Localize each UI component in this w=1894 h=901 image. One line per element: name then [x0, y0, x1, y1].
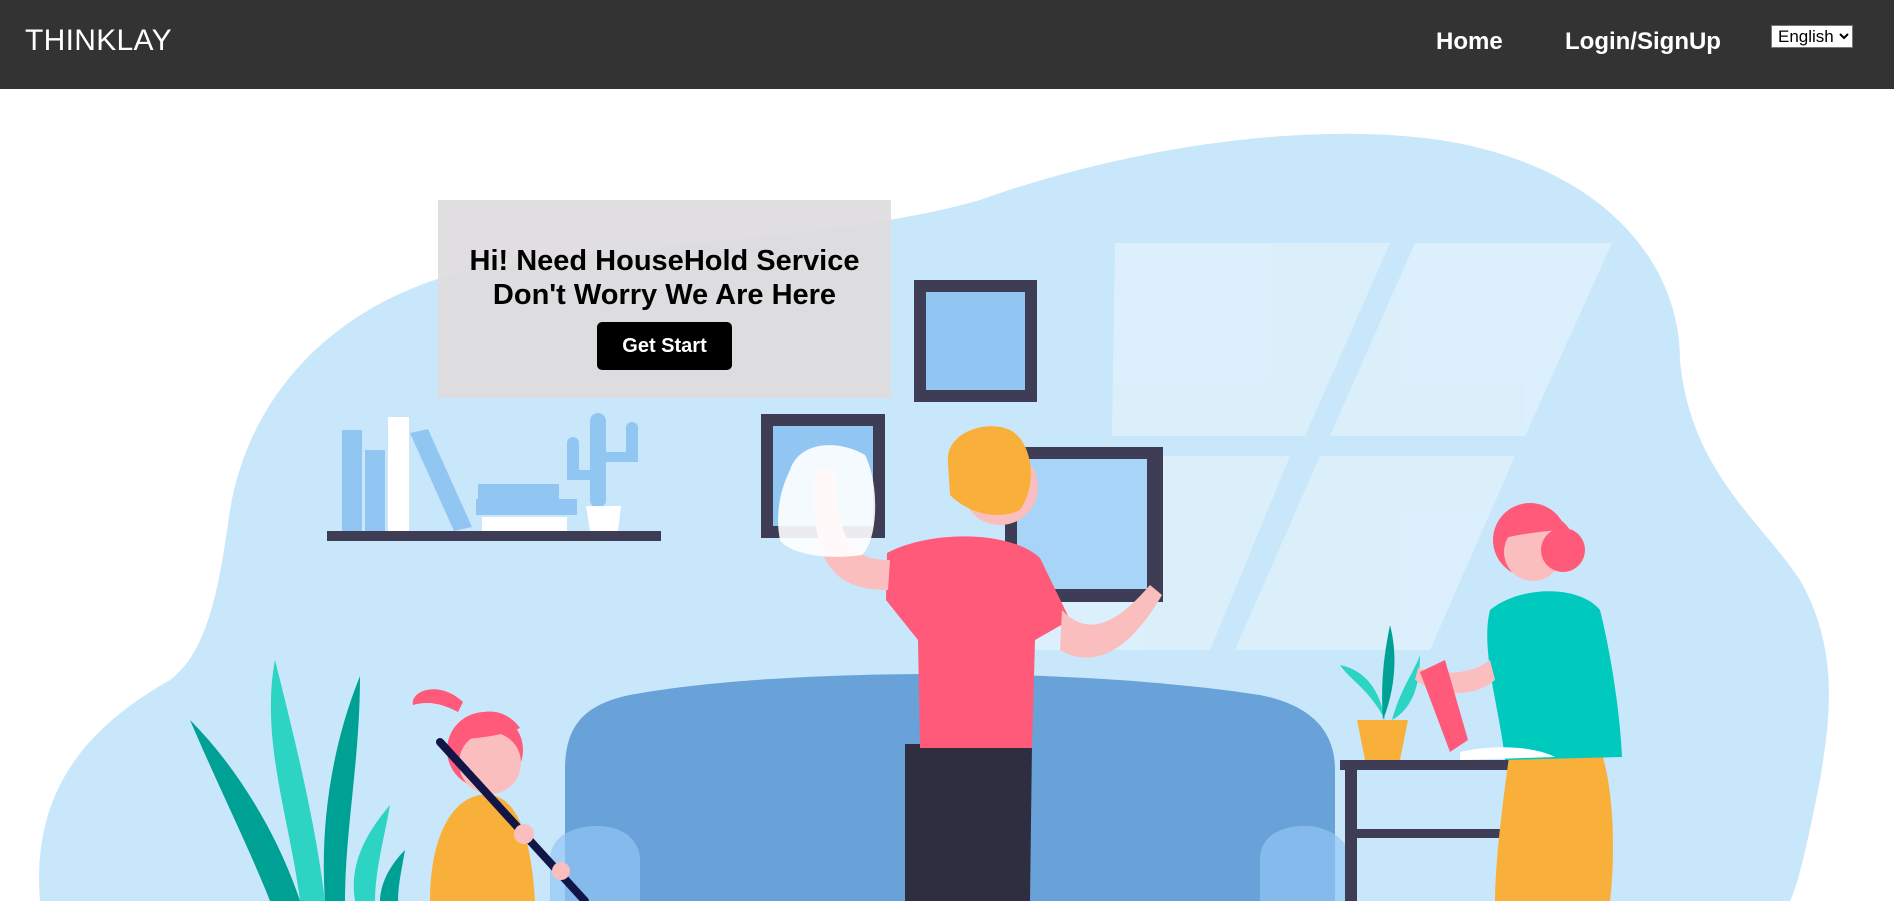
headline-line-2: Don't Worry We Are Here: [492, 279, 837, 311]
nav-home-link[interactable]: Home: [1436, 28, 1503, 56]
headline-line-1: Hi! Need HouseHold Service: [469, 245, 860, 277]
household-cleaning-illustration: [39, 133, 1829, 901]
get-start-button[interactable]: Get Start: [597, 322, 732, 370]
language-select[interactable]: English: [1771, 25, 1853, 48]
top-navbar: THINKLAY Home Login/SignUp English: [0, 0, 1894, 89]
hero-headline: Hi! Need HouseHold Service Don't Worry W…: [438, 244, 891, 312]
nav-login-signup-link[interactable]: Login/SignUp: [1565, 28, 1721, 56]
hero-section: Hi! Need HouseHold Service Don't Worry W…: [0, 89, 1894, 901]
brand-logo[interactable]: THINKLAY: [25, 24, 172, 58]
hero-card: Hi! Need HouseHold Service Don't Worry W…: [438, 200, 891, 398]
